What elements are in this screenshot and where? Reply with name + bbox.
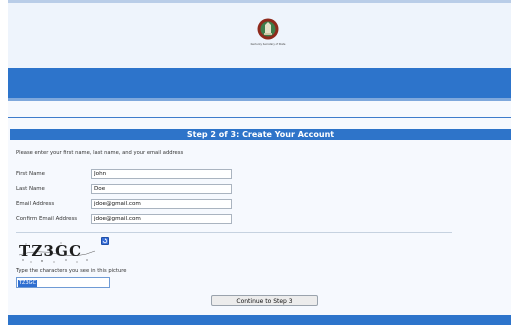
captcha-input-value: TZ3GC bbox=[18, 280, 38, 287]
captcha-prompt: Type the characters you see in this pict… bbox=[16, 268, 127, 274]
spacer bbox=[8, 101, 511, 117]
refresh-icon bbox=[102, 238, 108, 244]
confirm-email-label: Confirm Email Address bbox=[16, 216, 78, 222]
left-margin bbox=[0, 0, 8, 325]
footer-bar bbox=[8, 315, 511, 325]
email-label: Email Address bbox=[16, 201, 55, 207]
captcha-refresh-button[interactable] bbox=[101, 237, 109, 245]
captcha-image: TZ3GC bbox=[18, 242, 96, 263]
separator-line bbox=[16, 232, 452, 233]
first-name-label: First Name bbox=[16, 171, 45, 177]
navigation-bar bbox=[8, 68, 511, 101]
confirm-email-field[interactable] bbox=[91, 214, 232, 224]
captcha-input[interactable]: TZ3GC bbox=[16, 277, 110, 288]
step-title: Step 2 of 3: Create Your Account bbox=[10, 129, 511, 140]
site-header: Kentucky Secretary of State bbox=[8, 0, 511, 68]
form-instructions: Please enter your first name, last name,… bbox=[16, 150, 184, 156]
last-name-label: Last Name bbox=[16, 186, 45, 192]
first-name-field[interactable] bbox=[91, 169, 232, 179]
email-field[interactable] bbox=[91, 199, 232, 209]
logo-caption: Kentucky Secretary of State bbox=[250, 43, 286, 46]
captcha-text: TZ3GC bbox=[19, 242, 82, 260]
continue-button[interactable]: Continue to Step 3 bbox=[211, 295, 318, 306]
last-name-field[interactable] bbox=[91, 184, 232, 194]
